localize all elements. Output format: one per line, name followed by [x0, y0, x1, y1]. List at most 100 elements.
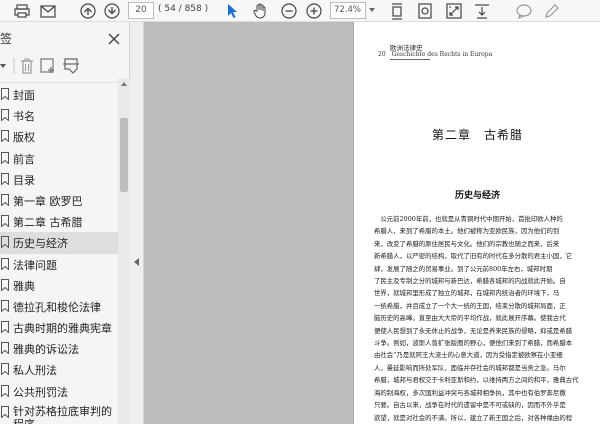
page-number: 20 [378, 51, 386, 58]
bookmark-item[interactable]: 目录 [0, 169, 118, 190]
bookmark-label: 古典时期的雅典宪章 [13, 322, 112, 336]
text-line: 人，曼延影响而所处军队，面临并存社会的城邦都是当务之急。马尔 [374, 363, 566, 372]
bookmark-icon [1, 257, 9, 271]
bookmark-label: 私人刑法 [13, 364, 57, 378]
text-line: 斗争。例如，波斯人曾扩张版图的野心，便他们来到了希腊，而希腊本 [374, 339, 573, 348]
page-number-input[interactable]: 20 [128, 2, 154, 19]
panel-splitter[interactable] [130, 22, 144, 424]
select-cursor-icon[interactable] [226, 2, 238, 20]
bookmark-icon [1, 299, 9, 313]
new-bookmark-icon[interactable] [40, 56, 56, 76]
options-chevron-down-icon[interactable] [0, 56, 8, 76]
running-header-subtitle: Geschichte des Rechts in Europa [391, 51, 493, 58]
bookmark-item[interactable]: 历史与经济 [0, 232, 118, 254]
bookmark-label: 封面 [13, 89, 35, 102]
bookmark-item[interactable]: 版权 [0, 126, 118, 147]
text-line: 肆，发展了随之的贸易事业。到了公元前800年左右，城邦时期 [374, 264, 553, 273]
toolbar: 20 ( 54 / 858 ) 72.4% [0, 0, 600, 22]
bookmark-label: 针对苏格拉底审判的程序 [13, 404, 112, 424]
bookmark-icon [1, 363, 9, 377]
bookmark-label: 第一章 欧罗巴 [13, 194, 83, 208]
bookmark-item[interactable]: 针对苏格拉底审判的程序 [0, 402, 118, 424]
tag-bookmark-icon[interactable] [62, 56, 80, 76]
text-line: 公元前2000年前，也就是从青铜时代中期开始，首批印欧人种的 [374, 215, 563, 223]
bookmark-label: 第二章 古希腊 [13, 216, 83, 230]
text-line: 希腊人，来到了希腊的本土。他们被称为亚欧民族，因为他们的到 [374, 227, 560, 236]
bookmark-icon [1, 405, 9, 419]
header-underline [390, 59, 430, 60]
pen-icon[interactable] [544, 2, 560, 20]
comment-icon[interactable] [516, 2, 532, 20]
next-page-icon[interactable] [104, 2, 120, 20]
bookmark-list: 封面书名版权前言目录第一章 欧罗巴 第二章 古希腊 历史与经济法律问题雅典德拉孔和梭… [0, 84, 118, 424]
bookmarks-panel: 签 封面书名版权前言目录第一章 欧罗巴 第二章 古希腊 历史与经济法律问题雅典德拉孔… [0, 22, 130, 424]
bookmark-scrollbar[interactable] [118, 78, 130, 424]
bookmark-label: 德拉孔和梭伦法律 [13, 300, 101, 314]
rotate-page-icon[interactable] [418, 2, 432, 20]
trash-icon[interactable] [20, 56, 34, 76]
bookmark-item[interactable]: 法律问题 [0, 254, 118, 275]
zoom-out-icon[interactable] [281, 2, 297, 20]
bookmark-icon [1, 236, 9, 249]
bookmark-icon [1, 151, 9, 165]
page-count: ( 54 / 858 ) [158, 4, 209, 14]
bookmark-label: 书名 [13, 110, 35, 124]
mail-icon[interactable] [40, 2, 56, 20]
bookmark-item[interactable]: 私人刑法 [0, 359, 118, 380]
previous-page-icon[interactable] [80, 2, 96, 20]
scroll-up-icon[interactable] [121, 82, 127, 86]
bookmark-item[interactable]: 前言 [0, 148, 118, 169]
download-icon[interactable] [474, 2, 490, 20]
bookmark-icon [1, 278, 9, 292]
fullscreen-icon[interactable] [446, 2, 462, 20]
bookmark-item[interactable]: 第一章 欧罗巴 [0, 190, 118, 211]
pdf-page: 欧洲法律史 20 Geschichte des Rechts in Europa … [353, 22, 600, 424]
bookmark-item[interactable]: 雅典的诉讼法 [0, 338, 118, 359]
bookmark-label: 目录 [13, 173, 35, 187]
hand-tool-icon[interactable] [252, 2, 268, 20]
text-line: 便使人民想到了永无休止的战争，无论是养来民族的侵略，抑或是希腊 [374, 326, 573, 335]
bookmark-item[interactable]: 公共刑罚法 [0, 381, 118, 402]
bookmark-item[interactable]: 雅典 [0, 275, 118, 296]
bookmark-item[interactable]: 古典时期的雅典宪章 [0, 317, 118, 338]
bookmark-item[interactable]: 书名 [0, 105, 118, 126]
text-line: 世界，就城邦里形成了独立的城邦，在城邦内统治者的环境下，马 [374, 289, 560, 298]
collapse-panel-icon[interactable] [134, 258, 139, 266]
bookmark-label: 公共刑罚法 [13, 385, 68, 399]
bookmark-item[interactable]: 第二章 古希腊 [0, 211, 118, 232]
bookmark-label: 历史与经济 [13, 237, 68, 251]
bookmark-icon [1, 215, 9, 228]
chapter-heading: 第二章 古希腊 [431, 128, 523, 142]
bookmark-icon [1, 130, 9, 143]
text-line: 了民主及专制之分的城邦与新巴达，希腊各城邦的内战就此开始。自 [374, 277, 566, 286]
text-line: 只要。自古以来，战争在时代的遗留中是不可或缺的，因而不外乎是 [374, 401, 566, 410]
bookmark-icon [1, 342, 9, 355]
bookmark-label: 雅典 [13, 279, 35, 293]
zoom-level-input[interactable]: 72.4% [330, 2, 366, 19]
bookmark-toolbar [0, 56, 130, 78]
bookmark-icon [1, 321, 9, 334]
close-icon[interactable] [108, 30, 120, 45]
fit-page-icon[interactable] [390, 2, 404, 20]
text-line: 一统希腊，并且成立了一个大一统的王国，结束分散的城邦局面，正 [374, 301, 566, 310]
bookmark-icon [1, 172, 9, 186]
bookmark-label: 版权 [13, 131, 35, 145]
bookmark-label: 前言 [13, 152, 35, 166]
running-header: 20 Geschichte des Rechts in Europa [378, 51, 492, 58]
bookmark-item[interactable]: 封面 [0, 84, 118, 105]
panel-divider [0, 82, 118, 83]
section-heading: 历史与经济 [454, 191, 500, 201]
text-line: 欲望，就是对社会的不满。所以，建立了新王国之后，对各种缘由的程 [374, 413, 573, 422]
panel-title: 签 [0, 32, 13, 46]
text-line: 新希腊人，以严密的结构，取代了旧有的时代在多分散的君主小国，它 [374, 252, 573, 261]
zoom-dropdown-chevron-icon[interactable] [369, 8, 375, 12]
toolbar-divider [13, 56, 15, 76]
text-line: 来，改变了希腊的原住居民与文化。他们的宗教也随之而来，后来 [374, 239, 560, 248]
scroll-thumb[interactable] [120, 118, 128, 192]
bookmark-item[interactable]: 德拉孔和梭伦法律 [0, 296, 118, 317]
text-line: 希腊，城邦与君权交于卡利亚斯和约，以维持两方之间的和平，雅典古代 [374, 376, 579, 385]
text-line: 由社会”乃是就阿王大流士的心意大道，因为受指定被欧察在小亚细 [374, 351, 563, 360]
body-text: 公元前2000年前，也就是从青铜时代中期开始，首批印欧人种的 希腊人，来到了希腊的… [374, 213, 600, 424]
zoom-in-icon[interactable] [306, 2, 322, 20]
print-icon[interactable] [14, 2, 30, 20]
